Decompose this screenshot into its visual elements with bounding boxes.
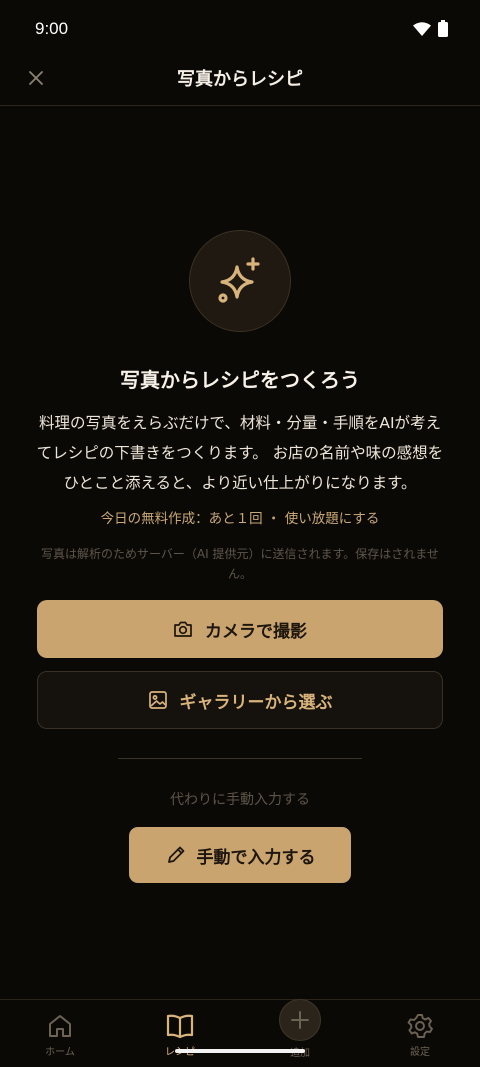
battery-icon <box>438 20 448 37</box>
manual-caption: 代わりに手動入力する <box>170 792 310 808</box>
status-time: 9:00 <box>35 19 69 38</box>
status-icons <box>413 20 448 37</box>
home-icon <box>49 1015 71 1037</box>
headline: 写真からレシピをつくろう <box>120 368 360 392</box>
add-icon <box>291 1011 309 1029</box>
divider <box>118 758 362 759</box>
book-icon <box>166 1014 194 1039</box>
camera-button-label: カメラで撮影 <box>205 621 307 642</box>
nav-label-home: ホーム <box>45 1047 75 1058</box>
sparkles-icon <box>218 257 260 303</box>
hero-icon-circle <box>189 230 291 332</box>
nav-label-settings: 設定 <box>410 1047 430 1058</box>
camera-icon <box>174 621 192 637</box>
gallery-button[interactable]: ギャラリーから選ぶ <box>37 671 443 729</box>
nav-item-settings[interactable]: 設定 <box>380 1012 460 1058</box>
bottom-navigation: ホーム レシピ 追加 設定 <box>0 999 480 1067</box>
app-bar: 写真からレシピ <box>0 50 480 106</box>
image-icon <box>148 691 167 709</box>
pencil-icon <box>167 846 184 863</box>
gallery-button-label: ギャラリーから選ぶ <box>179 692 333 713</box>
description-text: 料理の写真をえらぶだけで、材料・分量・手順をAIが考えてレシピの下書きをつくりま… <box>36 414 444 492</box>
nav-item-home[interactable]: ホーム <box>20 1012 100 1058</box>
privacy-notice: 写真は解析のためサーバー（AI 提供元）に送信されます。保存はされません。 <box>41 547 439 581</box>
manual-input-button-label: 手動で入力する <box>196 847 316 868</box>
free-quota-link[interactable]: 今日の無料作成：あと１回 ・ 使い放題にする <box>0 507 480 527</box>
page-title: 写真からレシピ <box>177 69 303 90</box>
nav-add-button[interactable] <box>279 999 321 1041</box>
camera-button[interactable]: カメラで撮影 <box>37 600 443 658</box>
wifi-icon <box>413 21 431 36</box>
gear-icon <box>407 1014 433 1038</box>
manual-input-button[interactable]: 手動で入力する <box>129 827 351 883</box>
home-indicator <box>175 1049 305 1053</box>
